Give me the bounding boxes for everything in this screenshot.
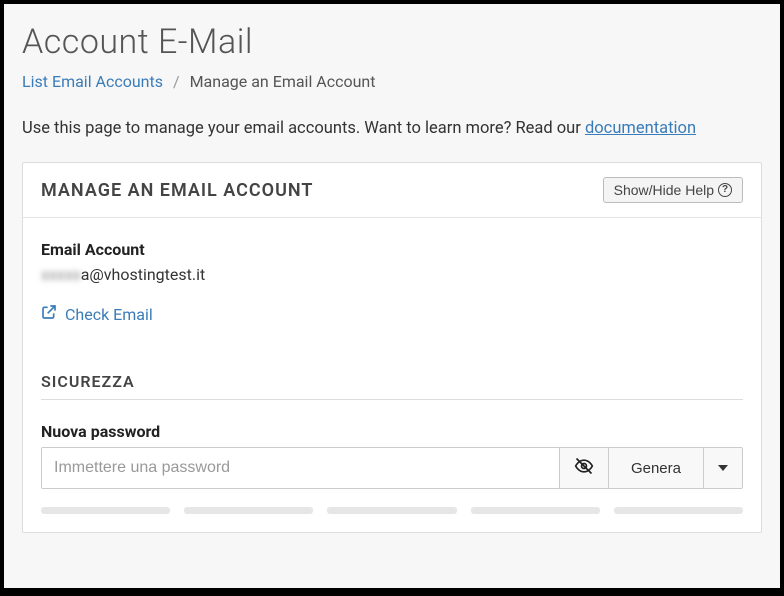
manage-panel: MANAGE AN EMAIL ACCOUNT Show/Hide Help ?… (22, 162, 762, 533)
eye-off-icon (574, 456, 594, 480)
email-account-value: xxxxxa@vhostingtest.it (41, 265, 743, 284)
strength-bar (327, 507, 456, 514)
strength-bar (614, 507, 743, 514)
email-account-label: Email Account (41, 240, 743, 259)
help-icon: ? (718, 183, 732, 197)
new-password-input[interactable] (41, 447, 559, 489)
page-title: Account E-Mail (22, 22, 762, 62)
security-section-title: SICUREZZA (41, 372, 743, 400)
breadcrumb-separator: / (173, 72, 180, 91)
chevron-down-icon (718, 465, 728, 471)
breadcrumb: List Email Accounts / Manage an Email Ac… (22, 72, 762, 91)
external-link-icon (41, 304, 57, 324)
check-email-link[interactable]: Check Email (41, 304, 743, 324)
panel-title: MANAGE AN EMAIL ACCOUNT (41, 180, 313, 201)
strength-bar (471, 507, 600, 514)
password-strength-meter (41, 507, 743, 514)
documentation-link[interactable]: documentation (585, 119, 696, 138)
toggle-password-visibility-button[interactable] (559, 447, 608, 489)
generate-options-dropdown[interactable] (703, 447, 743, 489)
breadcrumb-link[interactable]: List Email Accounts (22, 72, 163, 91)
strength-bar (41, 507, 170, 514)
generate-password-button[interactable]: Genera (608, 447, 703, 489)
intro-text: Use this page to manage your email accou… (4, 119, 780, 162)
show-hide-help-button[interactable]: Show/Hide Help ? (603, 177, 743, 203)
breadcrumb-current: Manage an Email Account (190, 72, 376, 91)
new-password-label: Nuova password (41, 422, 743, 441)
strength-bar (184, 507, 313, 514)
